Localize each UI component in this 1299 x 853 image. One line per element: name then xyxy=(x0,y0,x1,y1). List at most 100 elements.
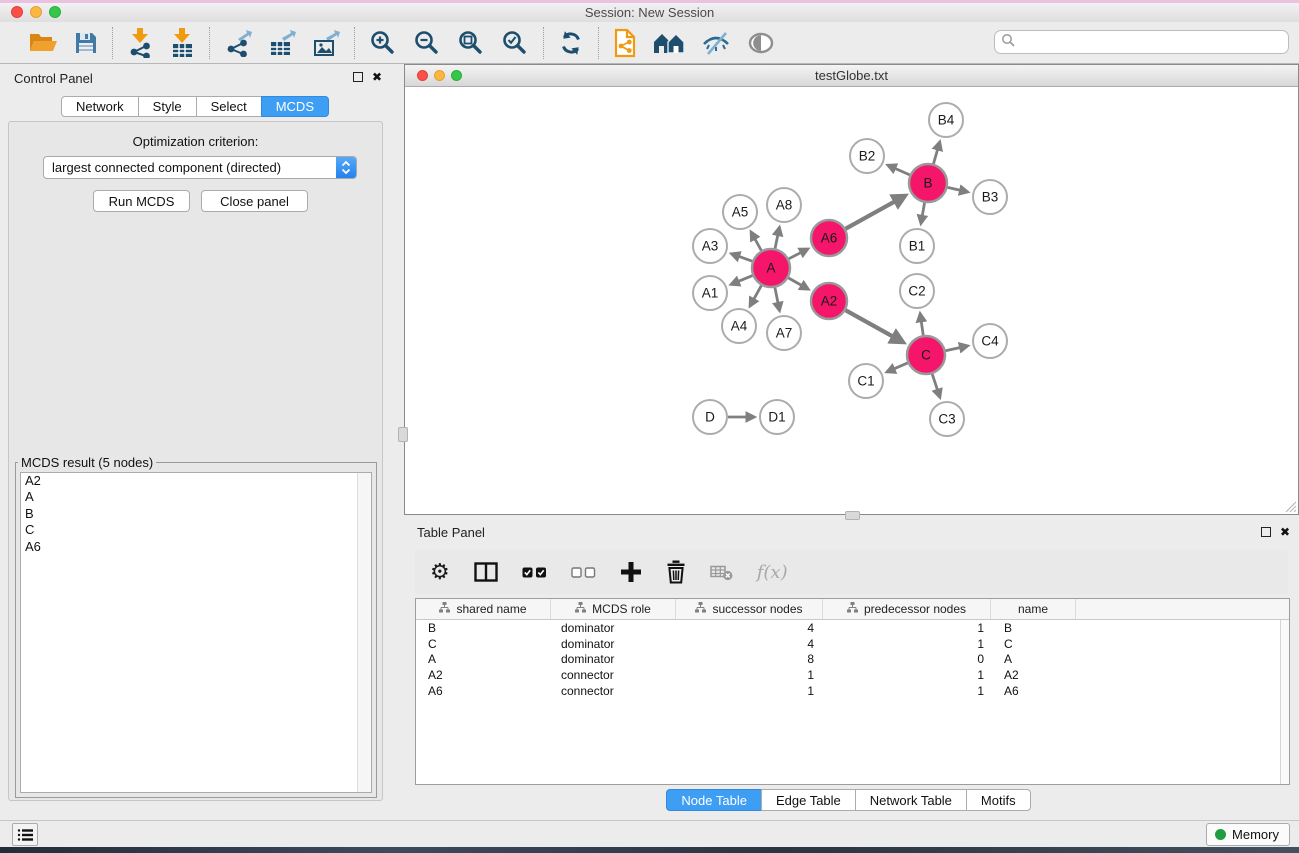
tab-edge-table[interactable]: Edge Table xyxy=(761,789,856,811)
table-cell[interactable]: 1 xyxy=(823,621,991,635)
graph-edge-A-A5[interactable] xyxy=(751,232,761,251)
graph-node-A4[interactable]: A4 xyxy=(722,309,756,343)
table-cell[interactable]: 0 xyxy=(823,652,991,666)
table-cell[interactable]: A6 xyxy=(416,684,551,698)
graph-node-B3[interactable]: B3 xyxy=(973,180,1007,214)
delete-table-icon[interactable] xyxy=(710,564,733,581)
zoom-out-icon[interactable] xyxy=(413,29,441,57)
table-cell[interactable]: 1 xyxy=(676,668,823,682)
tab-motifs[interactable]: Motifs xyxy=(966,789,1031,811)
refresh-icon[interactable] xyxy=(558,30,584,56)
table-cell[interactable]: 1 xyxy=(823,668,991,682)
result-item[interactable]: A2 xyxy=(21,473,371,489)
horizontal-splitter-handle[interactable] xyxy=(845,511,860,520)
graph-edge-A-A7[interactable] xyxy=(775,288,780,311)
graph-edge-B-B1[interactable] xyxy=(921,203,925,224)
open-session-icon[interactable] xyxy=(28,31,58,55)
close-panel-button[interactable]: Close panel xyxy=(201,190,308,212)
network-graph[interactable]: AA1A3A5A8A4A7A6A2BB2B4B3B1C2CC4C1C3DD1 xyxy=(405,87,1298,514)
graph-node-C4[interactable]: C4 xyxy=(973,324,1007,358)
run-mcds-button[interactable]: Run MCDS xyxy=(93,190,190,212)
graph-node-D1[interactable]: D1 xyxy=(760,400,794,434)
graph-node-B4[interactable]: B4 xyxy=(929,103,963,137)
result-item[interactable]: B xyxy=(21,506,371,522)
table-cell[interactable]: connector xyxy=(551,668,676,682)
graph-edge-C-C1[interactable] xyxy=(887,363,908,372)
birdseye-view-icon[interactable] xyxy=(747,32,775,54)
table-cell[interactable]: A2 xyxy=(991,668,1076,682)
table-cell[interactable]: C xyxy=(416,637,551,651)
graph-node-C3[interactable]: C3 xyxy=(930,402,964,436)
network-canvas[interactable]: AA1A3A5A8A4A7A6A2BB2B4B3B1C2CC4C1C3DD1 xyxy=(405,87,1298,514)
graph-node-C1[interactable]: C1 xyxy=(849,364,883,398)
table-settings-gear-icon[interactable]: ⚙ xyxy=(430,561,450,583)
graph-edge-B-B4[interactable] xyxy=(933,142,939,164)
network-close-button[interactable] xyxy=(417,70,428,81)
graph-edge-A-A2[interactable] xyxy=(788,278,808,289)
graph-edge-A-A1[interactable] xyxy=(731,276,752,285)
select-all-checkboxes-icon[interactable] xyxy=(522,567,547,578)
graph-node-B1[interactable]: B1 xyxy=(900,229,934,263)
graph-edge-A-A4[interactable] xyxy=(750,286,761,307)
table-cell[interactable]: 4 xyxy=(676,621,823,635)
table-row[interactable]: Bdominator41B xyxy=(416,620,1289,636)
table-cell[interactable]: dominator xyxy=(551,637,676,651)
table-cell[interactable]: B xyxy=(991,621,1076,635)
graph-node-A1[interactable]: A1 xyxy=(693,276,727,310)
graph-node-A[interactable]: A xyxy=(752,249,790,287)
graph-edge-A-A3[interactable] xyxy=(731,254,752,261)
table-cell[interactable]: 8 xyxy=(676,652,823,666)
tab-network[interactable]: Network xyxy=(61,96,139,117)
graph-node-A5[interactable]: A5 xyxy=(723,195,757,229)
close-table-panel-icon[interactable]: ✖ xyxy=(1280,527,1290,537)
criterion-dropdown[interactable]: largest connected component (directed) xyxy=(43,156,357,179)
float-table-panel-icon[interactable] xyxy=(1261,527,1271,537)
delete-column-icon[interactable] xyxy=(666,560,686,584)
import-table-icon[interactable] xyxy=(169,28,195,58)
table-row[interactable]: A2connector11A2 xyxy=(416,667,1289,683)
add-column-icon[interactable] xyxy=(620,561,642,583)
tab-style[interactable]: Style xyxy=(138,96,197,117)
table-cell[interactable]: 1 xyxy=(676,684,823,698)
node-table[interactable]: shared nameMCDS rolesuccessor nodesprede… xyxy=(415,598,1290,785)
graph-node-A3[interactable]: A3 xyxy=(693,229,727,263)
graph-edge-A6-B[interactable] xyxy=(846,196,905,229)
memory-button[interactable]: Memory xyxy=(1206,823,1290,846)
column-header-successor-nodes[interactable]: successor nodes xyxy=(676,599,823,619)
graph-edge-C-C3[interactable] xyxy=(932,374,940,397)
result-item[interactable]: A6 xyxy=(21,539,371,555)
graph-node-B2[interactable]: B2 xyxy=(850,139,884,173)
table-cell[interactable]: 1 xyxy=(823,637,991,651)
table-cell[interactable]: A xyxy=(416,652,551,666)
graph-edge-B-B3[interactable] xyxy=(948,187,968,192)
home-icon[interactable] xyxy=(653,31,685,55)
search-input[interactable] xyxy=(1016,35,1288,50)
clone-network-icon[interactable] xyxy=(613,28,637,58)
graph-edge-A2-C[interactable] xyxy=(846,310,904,342)
hide-graphics-details-icon[interactable] xyxy=(701,30,731,56)
zoom-in-icon[interactable] xyxy=(369,29,397,57)
close-panel-icon[interactable]: ✖ xyxy=(372,72,382,82)
minimize-window-button[interactable] xyxy=(30,6,42,18)
table-row[interactable]: Cdominator41C xyxy=(416,636,1289,652)
table-cell[interactable]: dominator xyxy=(551,652,676,666)
export-table-icon[interactable] xyxy=(268,29,296,57)
save-session-icon[interactable] xyxy=(74,31,98,55)
graph-node-A7[interactable]: A7 xyxy=(767,316,801,350)
network-minimize-button[interactable] xyxy=(434,70,445,81)
column-header-name[interactable]: name xyxy=(991,599,1076,619)
graph-edge-A-A6[interactable] xyxy=(789,249,808,259)
deselect-all-checkboxes-icon[interactable] xyxy=(571,567,596,578)
close-window-button[interactable] xyxy=(11,6,23,18)
tab-mcds[interactable]: MCDS xyxy=(261,96,329,117)
table-cell[interactable]: A6 xyxy=(991,684,1076,698)
tab-node-table[interactable]: Node Table xyxy=(666,789,762,811)
column-header-predecessor-nodes[interactable]: predecessor nodes xyxy=(823,599,991,619)
graph-node-C2[interactable]: C2 xyxy=(900,274,934,308)
table-cell[interactable]: A2 xyxy=(416,668,551,682)
graph-node-A6[interactable]: A6 xyxy=(811,220,847,256)
result-item[interactable]: A xyxy=(21,489,371,505)
graph-node-B[interactable]: B xyxy=(909,164,947,202)
table-row[interactable]: A6connector11A6 xyxy=(416,683,1289,699)
task-history-button[interactable] xyxy=(12,823,38,846)
